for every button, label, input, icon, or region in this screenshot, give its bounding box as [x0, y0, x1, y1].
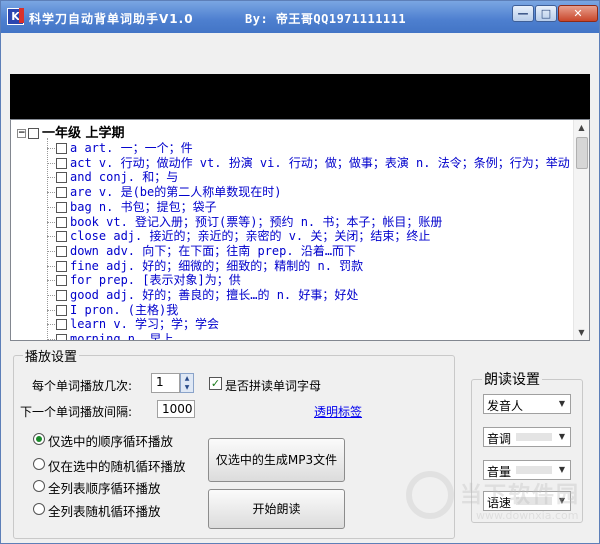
item-checkbox[interactable] [56, 157, 67, 169]
tree-connector [47, 324, 55, 326]
mode-radio-2[interactable] [33, 458, 45, 470]
voice-dropdown[interactable]: 发音人 ▼ [483, 394, 571, 414]
tree-connector [47, 192, 55, 194]
item-checkbox[interactable] [56, 216, 67, 228]
tree-item[interactable]: a art. 一；一个；件 [47, 139, 193, 155]
item-text: morning n. 早上 [70, 332, 174, 341]
item-checkbox[interactable] [56, 245, 67, 257]
tree-connector [47, 280, 55, 282]
mode-label-2: 仅在选中的随机循环播放 [48, 459, 186, 474]
scroll-down-icon[interactable]: ▼ [574, 325, 589, 340]
watermark-text: 当下软件园 [460, 483, 581, 508]
interval-label: 下一个单词播放间隔: [20, 405, 133, 419]
chevron-down-icon: ▼ [558, 399, 566, 408]
window-title: 科学刀自动背单词助手V1.0 [29, 12, 194, 26]
repeat-input[interactable]: 1 [151, 373, 180, 393]
tree-connector [47, 221, 55, 223]
voice-value: 发音人 [487, 399, 524, 413]
app-window: K 科学刀自动背单词助手V1.0 By: 帝王哥QQ1971111111 — □… [0, 0, 600, 544]
tree-connector [47, 339, 55, 340]
reading-group-label: 朗读设置 [482, 369, 542, 389]
item-checkbox[interactable] [56, 334, 67, 340]
tree-item[interactable]: bag n. 书包；提包；袋子 [47, 198, 217, 214]
item-checkbox[interactable] [56, 172, 67, 184]
playback-group-label: 播放设置 [23, 346, 80, 365]
tree-connector [47, 236, 55, 238]
close-button[interactable]: ✕ [558, 5, 598, 22]
tree-item[interactable]: book vt. 登记入册；预订(票等)；预约 n. 书；本子；帐目；账册 [47, 213, 442, 229]
mode-radio-4[interactable] [33, 503, 45, 515]
tree-item[interactable]: good adj. 好的；善良的；擅长…的 n. 好事；好处 [47, 286, 358, 302]
tree-item[interactable]: down adv. 向下；在下面；往南 prep. 沿着…而下 [47, 242, 356, 258]
tree-item[interactable]: fine adj. 好的；细微的；细致的；精制的 n. 罚款 [47, 257, 363, 273]
mode-label-3: 全列表顺序循环播放 [48, 481, 161, 496]
mode-label-4: 全列表随机循环播放 [48, 504, 161, 519]
item-checkbox[interactable] [56, 319, 67, 331]
maximize-button[interactable]: □ [535, 5, 557, 22]
spell-checkbox-label: 是否拼读单词字母 [225, 379, 322, 393]
pitch-dropdown[interactable]: 音调 ▼ [483, 427, 571, 447]
mode-label-1: 仅选中的顺序循环播放 [48, 434, 174, 449]
app-logo-icon: K [7, 8, 24, 25]
pitch-blurred-value [516, 433, 552, 441]
tree-item[interactable]: act v. 行动；做动作 vt. 扮演 vi. 行动；做；做事；表演 n. 法… [47, 154, 570, 170]
tree-connector [47, 148, 55, 149]
tree-item[interactable]: are v. 是(be的第二人称单数现在时) [47, 183, 281, 199]
title-bar[interactable]: K 科学刀自动背单词助手V1.0 By: 帝王哥QQ1971111111 — □… [1, 1, 599, 33]
mode-radio-3[interactable] [33, 480, 45, 492]
start-reading-button[interactable]: 开始朗读 [208, 489, 345, 529]
tree-scrollbar[interactable]: ▲ ▼ [573, 120, 589, 340]
item-checkbox[interactable] [56, 143, 67, 154]
tree-connector [47, 309, 55, 311]
item-checkbox[interactable] [56, 260, 67, 272]
collapse-icon[interactable]: − [17, 129, 26, 138]
generate-mp3-button[interactable]: 仅选中的生成MP3文件 [208, 438, 345, 482]
repeat-stepper[interactable]: ▲ ▼ [180, 373, 194, 393]
minimize-button[interactable]: — [512, 5, 534, 22]
tree-item[interactable]: close adj. 接近的；亲近的；亲密的 v. 关；关闭；结束；终止 [47, 227, 430, 243]
chevron-down-icon: ▼ [558, 432, 566, 441]
tree-connector [47, 206, 55, 208]
item-checkbox[interactable] [56, 187, 67, 199]
tree-item[interactable]: learn v. 学习；学；学会 [47, 315, 219, 331]
item-checkbox[interactable] [56, 231, 67, 243]
interval-input[interactable]: 1000 [157, 400, 195, 418]
tree-item[interactable]: for prep. [表示对象]为；供 [47, 271, 241, 287]
watermark: 当下软件园 www.downxia.com [406, 463, 596, 533]
watermark-logo-icon [406, 471, 454, 519]
tree-connector [47, 265, 55, 267]
root-checkbox[interactable] [28, 128, 39, 139]
pitch-value: 音调 [487, 432, 512, 446]
author-label: By: 帝王哥QQ1971111111 [245, 12, 407, 26]
display-banner [10, 74, 590, 119]
item-checkbox[interactable] [56, 275, 67, 287]
item-checkbox[interactable] [56, 290, 67, 301]
item-checkbox[interactable] [56, 201, 67, 213]
mode-radio-1[interactable] [33, 433, 45, 445]
tree-item[interactable]: morning n. 早上 [47, 330, 174, 341]
tree-connector [47, 162, 55, 164]
stepper-down-icon[interactable]: ▼ [181, 383, 193, 392]
scroll-up-icon[interactable]: ▲ [574, 120, 589, 135]
tree-connector [47, 295, 55, 296]
tree-item[interactable]: I pron. (主格)我 [47, 301, 178, 317]
spell-checkbox[interactable]: ✓ [209, 377, 222, 390]
word-tree[interactable]: − 一年级 上学期 a art. 一；一个；件 act v. 行动；做动作 vt. … [10, 119, 590, 341]
watermark-url: www.downxia.com [476, 509, 579, 522]
tree-connector [47, 177, 55, 179]
scroll-thumb[interactable] [576, 137, 588, 169]
item-checkbox[interactable] [56, 304, 67, 316]
transparent-label-link[interactable]: 透明标签 [314, 403, 362, 420]
stepper-up-icon[interactable]: ▲ [181, 374, 193, 383]
tree-connector [47, 250, 55, 252]
tree-root[interactable]: − 一年级 上学期 [17, 122, 125, 141]
tree-item[interactable]: and conj. 和；与 [47, 168, 178, 184]
repeat-label: 每个单词播放几次: [32, 379, 133, 393]
